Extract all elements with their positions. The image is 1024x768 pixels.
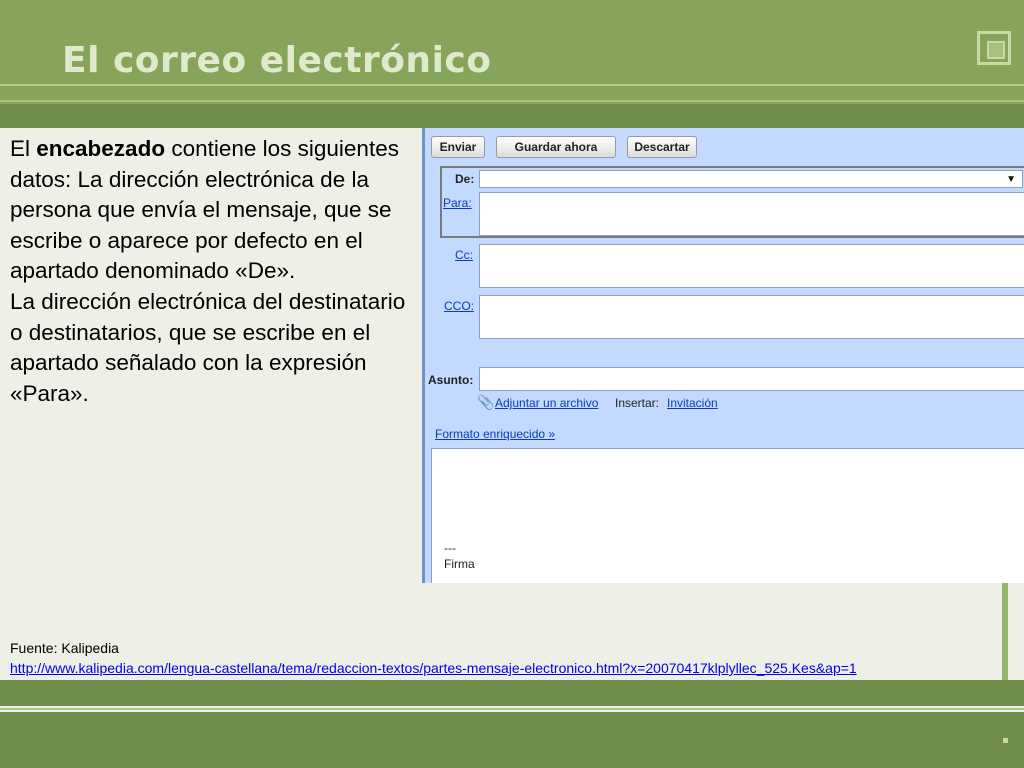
- body-text-2: La dirección electrónica del destinatari…: [10, 288, 406, 406]
- footer-dot: [1003, 738, 1008, 743]
- bcc-link[interactable]: CCO:: [444, 299, 474, 313]
- to-link[interactable]: Para:: [443, 196, 472, 210]
- rich-format-link[interactable]: Formato enriquecido »: [435, 427, 555, 441]
- header-dark-band: [0, 104, 1024, 128]
- slide-title: El correo electrónico: [62, 40, 492, 81]
- footer-divider: [0, 708, 1024, 710]
- bcc-field[interactable]: [479, 295, 1024, 339]
- signature-separator: ---: [444, 541, 456, 555]
- cc-field[interactable]: [479, 244, 1024, 288]
- send-button[interactable]: Enviar: [431, 136, 485, 158]
- from-select[interactable]: ▼: [479, 170, 1023, 188]
- slide-body: El encabezado contiene los siguientes da…: [10, 134, 415, 409]
- invitation-link[interactable]: Invitación: [667, 396, 718, 410]
- insert-label: Insertar:: [615, 396, 660, 410]
- dropdown-arrow-icon: ▼: [1006, 174, 1016, 185]
- source-label: Fuente: Kalipedia: [10, 640, 119, 656]
- footer-band: [0, 712, 1024, 768]
- to-field[interactable]: [479, 192, 1024, 236]
- header-divider: [0, 84, 1024, 86]
- subject-field[interactable]: [479, 367, 1024, 391]
- mail-compose-screenshot: Enviar Guardar ahora Descartar De: ▼ Par…: [422, 128, 1024, 583]
- message-body-field[interactable]: --- Firma: [431, 448, 1024, 583]
- body-bold-term: encabezado: [36, 136, 166, 161]
- cc-link[interactable]: Cc:: [455, 248, 473, 262]
- from-label: De:: [455, 172, 475, 186]
- paperclip-icon: 📎: [477, 394, 495, 410]
- discard-button[interactable]: Descartar: [627, 136, 697, 158]
- signature-text: Firma: [444, 557, 475, 571]
- body-text-1a: El: [10, 136, 37, 161]
- footer-dark-band: [0, 680, 1024, 706]
- header-divider-2: [0, 100, 1024, 102]
- square-icon: [977, 31, 1011, 65]
- subject-label: Asunto:: [428, 373, 474, 387]
- source-link[interactable]: http://www.kalipedia.com/lengua-castella…: [10, 660, 857, 676]
- save-now-button[interactable]: Guardar ahora: [496, 136, 616, 158]
- attach-file-link[interactable]: Adjuntar un archivo: [495, 396, 598, 410]
